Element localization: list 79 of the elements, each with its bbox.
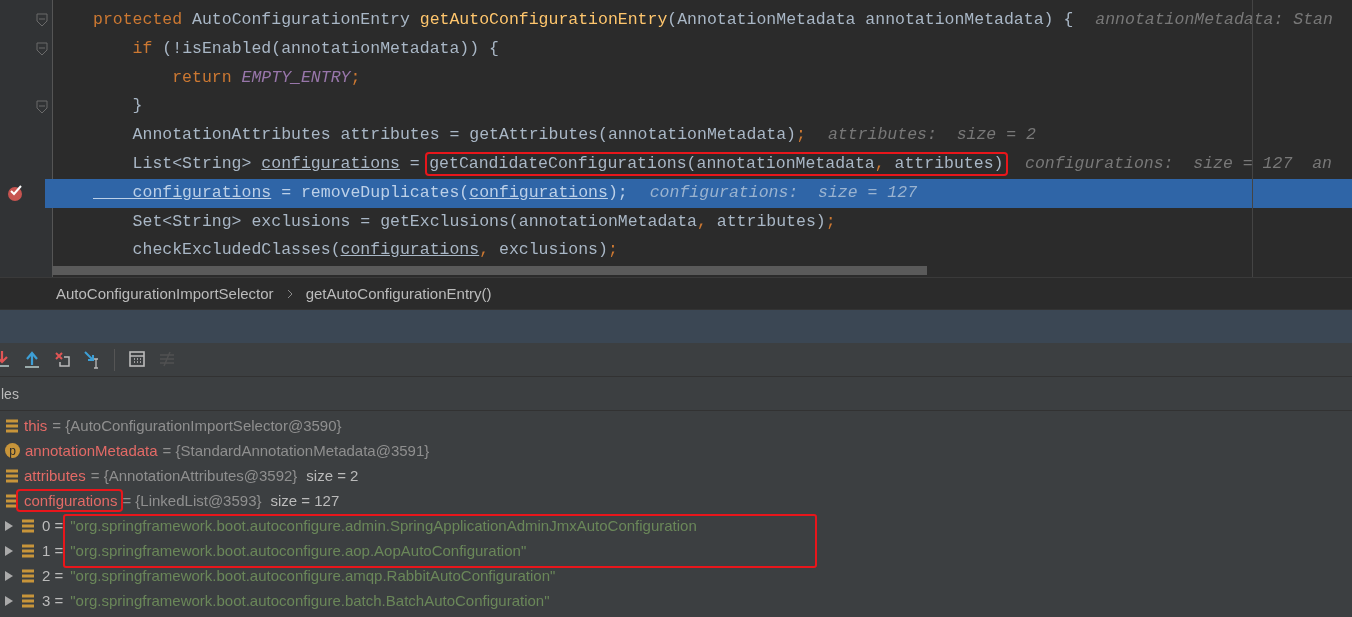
code-text: ; [796, 125, 806, 145]
list-index: 0 = [42, 517, 64, 534]
up-arrow-icon[interactable] [24, 350, 40, 369]
code-text: , [479, 240, 491, 260]
inline-value-hint: configurations: size = 127 an [1025, 154, 1332, 173]
inline-value-hint: configurations: size = 127 [649, 182, 918, 202]
field-icon [21, 518, 35, 533]
code-text: configurations [340, 240, 480, 260]
field-icon [5, 493, 19, 508]
code-text: getCandidateConfigurations(annotationMetadata [429, 154, 875, 173]
list-index: 3 = [42, 592, 64, 609]
code-text: AnnotationAttributes attributes = getAttributes(annotationMetadata) [131, 125, 796, 145]
panel-title: les [1, 385, 19, 402]
fold-marker-icon[interactable] [36, 13, 48, 28]
fold-marker-icon[interactable] [36, 42, 48, 57]
code-text: exclusions) [499, 240, 608, 260]
variable-value: = {LinkedList@3593} [122, 492, 262, 509]
variable-value: = {AutoConfigurationImportSelector@3590} [52, 417, 342, 434]
variable-size: size = 127 [270, 492, 340, 509]
inline-value-hint: attributes: size = 2 [827, 125, 1036, 145]
variable-value: = {StandardAnnotationMetadata@3591} [162, 442, 430, 459]
breadcrumb-item[interactable]: getAutoConfigurationEntry() [305, 285, 492, 302]
expand-triangle-icon[interactable] [4, 594, 14, 607]
field-icon [5, 468, 19, 483]
string-value: "org.springframework.boot.autoconfigure.admin.SpringApplicationAdminJmxAutoConfiguration [70, 517, 697, 534]
code-text: = removeDuplicates( [280, 182, 470, 202]
chevron-icon [285, 288, 294, 299]
code-text: if [131, 38, 153, 58]
variable-name: configurations [24, 492, 118, 509]
code-text: , [874, 154, 886, 173]
code-text: attributes) [894, 154, 1004, 173]
expand-triangle-icon[interactable] [4, 569, 14, 582]
field-icon [21, 568, 35, 583]
code-text: return [171, 67, 233, 87]
horizontal-scrollbar[interactable] [52, 266, 927, 275]
code-text: protected [93, 10, 183, 29]
code-text: configurations [469, 182, 608, 202]
field-icon [21, 593, 35, 608]
code-text: Set<String> exclusions = getExclusions(annotationMetadata [131, 211, 697, 231]
calculator-icon[interactable] [129, 350, 145, 369]
code-text: List<String> [131, 154, 253, 173]
code-text: configurations [261, 154, 400, 173]
variable-name: attributes [24, 467, 86, 484]
parameter-icon: p [5, 443, 20, 458]
cross-box-icon[interactable] [54, 350, 70, 369]
inline-value-hint: annotationMetadata: Stan [1095, 10, 1333, 29]
string-value: "org.springframework.boot.autoconfigure.batch.BatchAutoConfiguration" [70, 592, 550, 609]
code-text: ; [607, 240, 618, 260]
string-value: "org.springframework.boot.autoconfigure.amqp.RabbitAutoConfiguration" [70, 567, 556, 584]
list-index: 1 = [42, 542, 64, 559]
string-value: "org.springframework.boot.autoconfigure.aop.AopAutoConfiguration" [70, 542, 527, 559]
code-text: EMPTY_ENTRY [241, 67, 351, 87]
code-text: = [408, 154, 421, 173]
cursor-arrow-icon[interactable] [84, 350, 100, 369]
variable-name: annotationMetadata [25, 442, 158, 459]
code-text: ; [825, 211, 836, 231]
code-text: ; [617, 182, 628, 202]
list-index: 2 = [42, 567, 64, 584]
code-text: ) [607, 182, 618, 202]
expand-triangle-icon[interactable] [4, 519, 14, 532]
code-text: configurations [131, 182, 272, 202]
code-text: } [131, 96, 143, 116]
variable-name: this [24, 417, 48, 434]
breadcrumb-item[interactable]: AutoConfigurationImportSelector [56, 285, 274, 302]
variable-size: size = 2 [306, 467, 359, 484]
variable-value: = {AnnotationAttributes@3592} [90, 467, 298, 484]
field-icon [5, 418, 19, 433]
code-text: ; [350, 67, 361, 87]
code-text: attributes) [716, 211, 826, 231]
expand-triangle-icon[interactable] [4, 544, 14, 557]
code-text: (!isEnabled(annotationMetadata)) { [161, 38, 499, 58]
code-text: AutoConfigurationEntry [191, 10, 411, 29]
code-text: (AnnotationMetadata annotationMetadata) { [667, 10, 1074, 29]
code-text: checkExcludedClasses( [131, 240, 341, 260]
breakpoint-icon[interactable] [6, 184, 24, 203]
code-text: getAutoConfigurationEntry [419, 10, 668, 29]
field-icon [21, 543, 35, 558]
fold-marker-icon[interactable] [36, 99, 48, 114]
code-text: , [697, 211, 708, 231]
